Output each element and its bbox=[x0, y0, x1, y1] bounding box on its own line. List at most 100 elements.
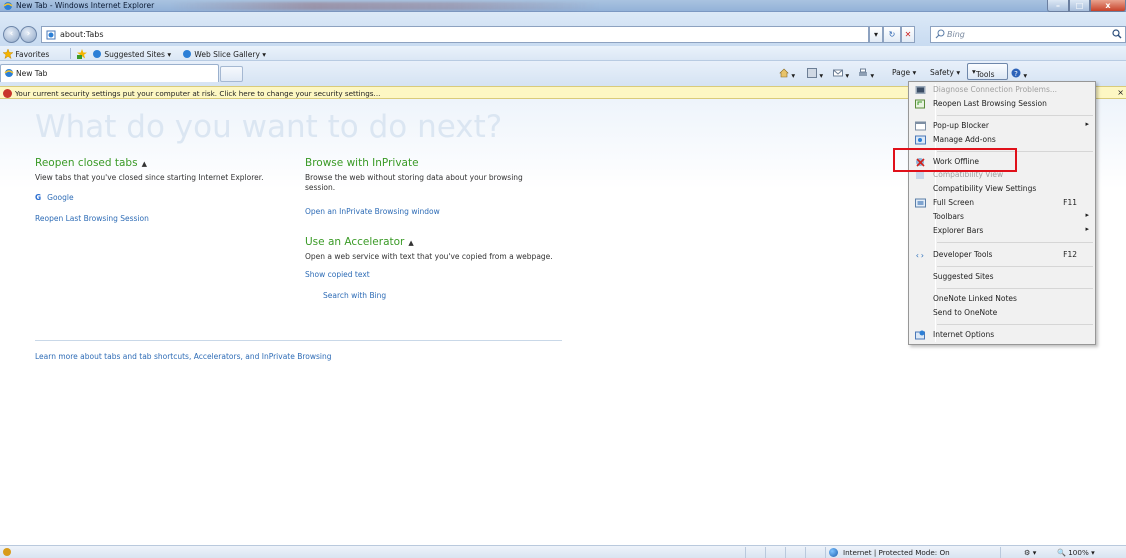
menu-item-reopen-session[interactable]: Reopen Last Browsing Session bbox=[909, 97, 1095, 111]
security-info-text: Your current security settings put your … bbox=[15, 89, 381, 98]
status-divider bbox=[765, 547, 766, 558]
collapse-caret-icon[interactable]: ▲ bbox=[142, 160, 147, 168]
page-heading: What do you want to do next? bbox=[35, 109, 503, 145]
accelerator-heading[interactable]: Use an Accelerator ▲ bbox=[305, 236, 414, 248]
address-dropdown-button[interactable]: ▾ bbox=[869, 26, 883, 43]
address-field[interactable]: about:Tabs bbox=[41, 26, 869, 43]
status-divider bbox=[805, 547, 806, 558]
reopen-closed-tabs-heading[interactable]: Reopen closed tabs ▲ bbox=[35, 157, 147, 169]
tab-label: New Tab bbox=[16, 69, 48, 78]
menu-separator bbox=[937, 266, 1093, 267]
chevron-down-icon: ▾ bbox=[167, 50, 172, 59]
zoom-value: 100% bbox=[1068, 548, 1089, 557]
zoom-level[interactable]: 🔍 100% ▾ bbox=[1057, 548, 1095, 557]
open-inprivate-link[interactable]: Open an InPrivate Browsing window bbox=[305, 207, 440, 216]
submenu-arrow-icon: ▸ bbox=[1085, 120, 1089, 128]
print-button[interactable]: ▾ bbox=[858, 68, 874, 80]
maximize-button[interactable]: □ bbox=[1069, 0, 1090, 12]
tab-new-tab[interactable]: New Tab bbox=[0, 64, 219, 82]
new-tab-button[interactable] bbox=[220, 66, 243, 82]
options-icon bbox=[915, 330, 925, 340]
menu-item-shortcut: F12 bbox=[1063, 250, 1077, 259]
divider bbox=[70, 48, 71, 59]
ie-page-icon bbox=[183, 50, 191, 58]
favorites-button[interactable]: Favorites bbox=[3, 49, 49, 59]
menu-item-label: Send to OneNote bbox=[933, 308, 998, 317]
search-with-bing-link[interactable]: Search with Bing bbox=[323, 291, 386, 300]
home-button[interactable]: ▾ bbox=[779, 68, 795, 80]
help-icon: ? bbox=[1011, 68, 1021, 78]
closed-tab-google[interactable]: G Google bbox=[35, 193, 74, 202]
menu-item-suggested-sites[interactable]: Suggested Sites bbox=[909, 270, 1095, 284]
divider bbox=[35, 340, 562, 341]
minimize-button[interactable]: – bbox=[1047, 0, 1069, 12]
menu-item-send-to-onenote[interactable]: Send to OneNote bbox=[909, 306, 1095, 320]
inprivate-description: Browse the web without storing data abou… bbox=[305, 173, 523, 192]
menu-item-popup-blocker[interactable]: Pop-up Blocker ▸ bbox=[909, 119, 1095, 133]
reopen-last-session-link[interactable]: Reopen Last Browsing Session bbox=[35, 214, 149, 223]
svg-text:‹›: ‹› bbox=[915, 251, 925, 260]
info-bar-close-icon[interactable]: × bbox=[1117, 88, 1124, 97]
menu-item-compatibility-view-settings[interactable]: Compatibility View Settings bbox=[909, 182, 1095, 196]
menu-item-onenote-linked-notes[interactable]: OneNote Linked Notes bbox=[909, 292, 1095, 306]
submenu-arrow-icon: ▸ bbox=[1085, 225, 1089, 233]
search-icon[interactable] bbox=[1112, 29, 1122, 39]
fullscreen-icon bbox=[915, 198, 926, 208]
compatibility-status-icon[interactable]: ⚙ ▾ bbox=[1024, 548, 1036, 557]
menu-item-label: Reopen Last Browsing Session bbox=[933, 99, 1047, 108]
devtools-icon: ‹› bbox=[915, 251, 925, 260]
minimize-icon: – bbox=[1056, 1, 1060, 10]
menu-item-label: Full Screen bbox=[933, 198, 974, 207]
tools-menu-button[interactable]: Tools ▾ bbox=[967, 63, 1008, 80]
maximize-icon: □ bbox=[1075, 1, 1084, 10]
security-warning-icon bbox=[3, 89, 12, 98]
status-divider bbox=[745, 547, 746, 558]
collapse-caret-icon[interactable]: ▲ bbox=[408, 239, 413, 247]
search-provider-icon bbox=[935, 29, 945, 39]
search-placeholder: Bing bbox=[947, 30, 965, 39]
menu-item-full-screen[interactable]: Full Screen F11 bbox=[909, 196, 1095, 210]
menu-item-manage-addons[interactable]: Manage Add-ons bbox=[909, 133, 1095, 147]
suggested-sites-link[interactable]: Suggested Sites ▾ bbox=[92, 49, 171, 59]
menu-item-toolbars[interactable]: Toolbars ▸ bbox=[909, 210, 1095, 224]
menu-separator bbox=[937, 115, 1093, 116]
menu-item-developer-tools[interactable]: ‹› Developer Tools F12 bbox=[909, 248, 1095, 262]
blurred-region bbox=[170, 2, 600, 10]
web-slice-gallery-label: Web Slice Gallery bbox=[194, 50, 260, 59]
menu-item-internet-options[interactable]: Internet Options bbox=[909, 328, 1095, 342]
feeds-button[interactable]: ▾ bbox=[807, 68, 823, 80]
stop-button[interactable]: ✕ bbox=[901, 26, 915, 43]
svg-text:?: ? bbox=[1014, 70, 1018, 78]
add-to-favorites-bar-button[interactable] bbox=[77, 49, 87, 59]
stop-icon: ✕ bbox=[904, 30, 912, 39]
menu-item-label: Suggested Sites bbox=[933, 272, 994, 281]
web-slice-gallery-link[interactable]: Web Slice Gallery ▾ bbox=[182, 49, 266, 59]
menu-item-label: Internet Options bbox=[933, 330, 995, 339]
menu-item-label: Toolbars bbox=[933, 212, 964, 221]
back-button[interactable]: ‹ bbox=[3, 26, 20, 43]
show-copied-text-link[interactable]: Show copied text bbox=[305, 270, 370, 279]
submenu-arrow-icon: ▸ bbox=[1085, 211, 1089, 219]
status-bar: Internet | Protected Mode: On ⚙ ▾ 🔍 100%… bbox=[0, 545, 1126, 558]
safety-menu-label: Safety bbox=[930, 68, 954, 77]
menu-item-diagnose[interactable]: Diagnose Connection Problems... bbox=[909, 83, 1095, 97]
refresh-button[interactable]: ↻ bbox=[883, 26, 901, 43]
ie-logo-icon bbox=[4, 69, 14, 77]
menu-separator bbox=[937, 242, 1093, 243]
search-input[interactable]: Bing bbox=[930, 26, 1126, 43]
page-menu[interactable]: Page ▾ bbox=[892, 68, 916, 77]
status-divider bbox=[825, 547, 826, 558]
menu-item-explorer-bars[interactable]: Explorer Bars ▸ bbox=[909, 224, 1095, 238]
popup-icon bbox=[915, 121, 926, 131]
print-icon bbox=[859, 68, 867, 76]
mail-button[interactable]: ▾ bbox=[833, 68, 849, 80]
security-zone-text[interactable]: Internet | Protected Mode: On bbox=[843, 548, 950, 557]
menu-item-label: OneNote Linked Notes bbox=[933, 294, 1017, 303]
close-button[interactable]: x bbox=[1090, 0, 1126, 12]
safety-menu[interactable]: Safety ▾ bbox=[930, 68, 960, 77]
work-offline-highlight bbox=[893, 148, 1017, 172]
help-button[interactable]: ? ▾ bbox=[1011, 68, 1027, 80]
forward-button[interactable]: › bbox=[20, 26, 37, 43]
learn-more-link[interactable]: Learn more about tabs and tab shortcuts,… bbox=[35, 352, 332, 361]
internet-zone-icon bbox=[829, 548, 838, 557]
